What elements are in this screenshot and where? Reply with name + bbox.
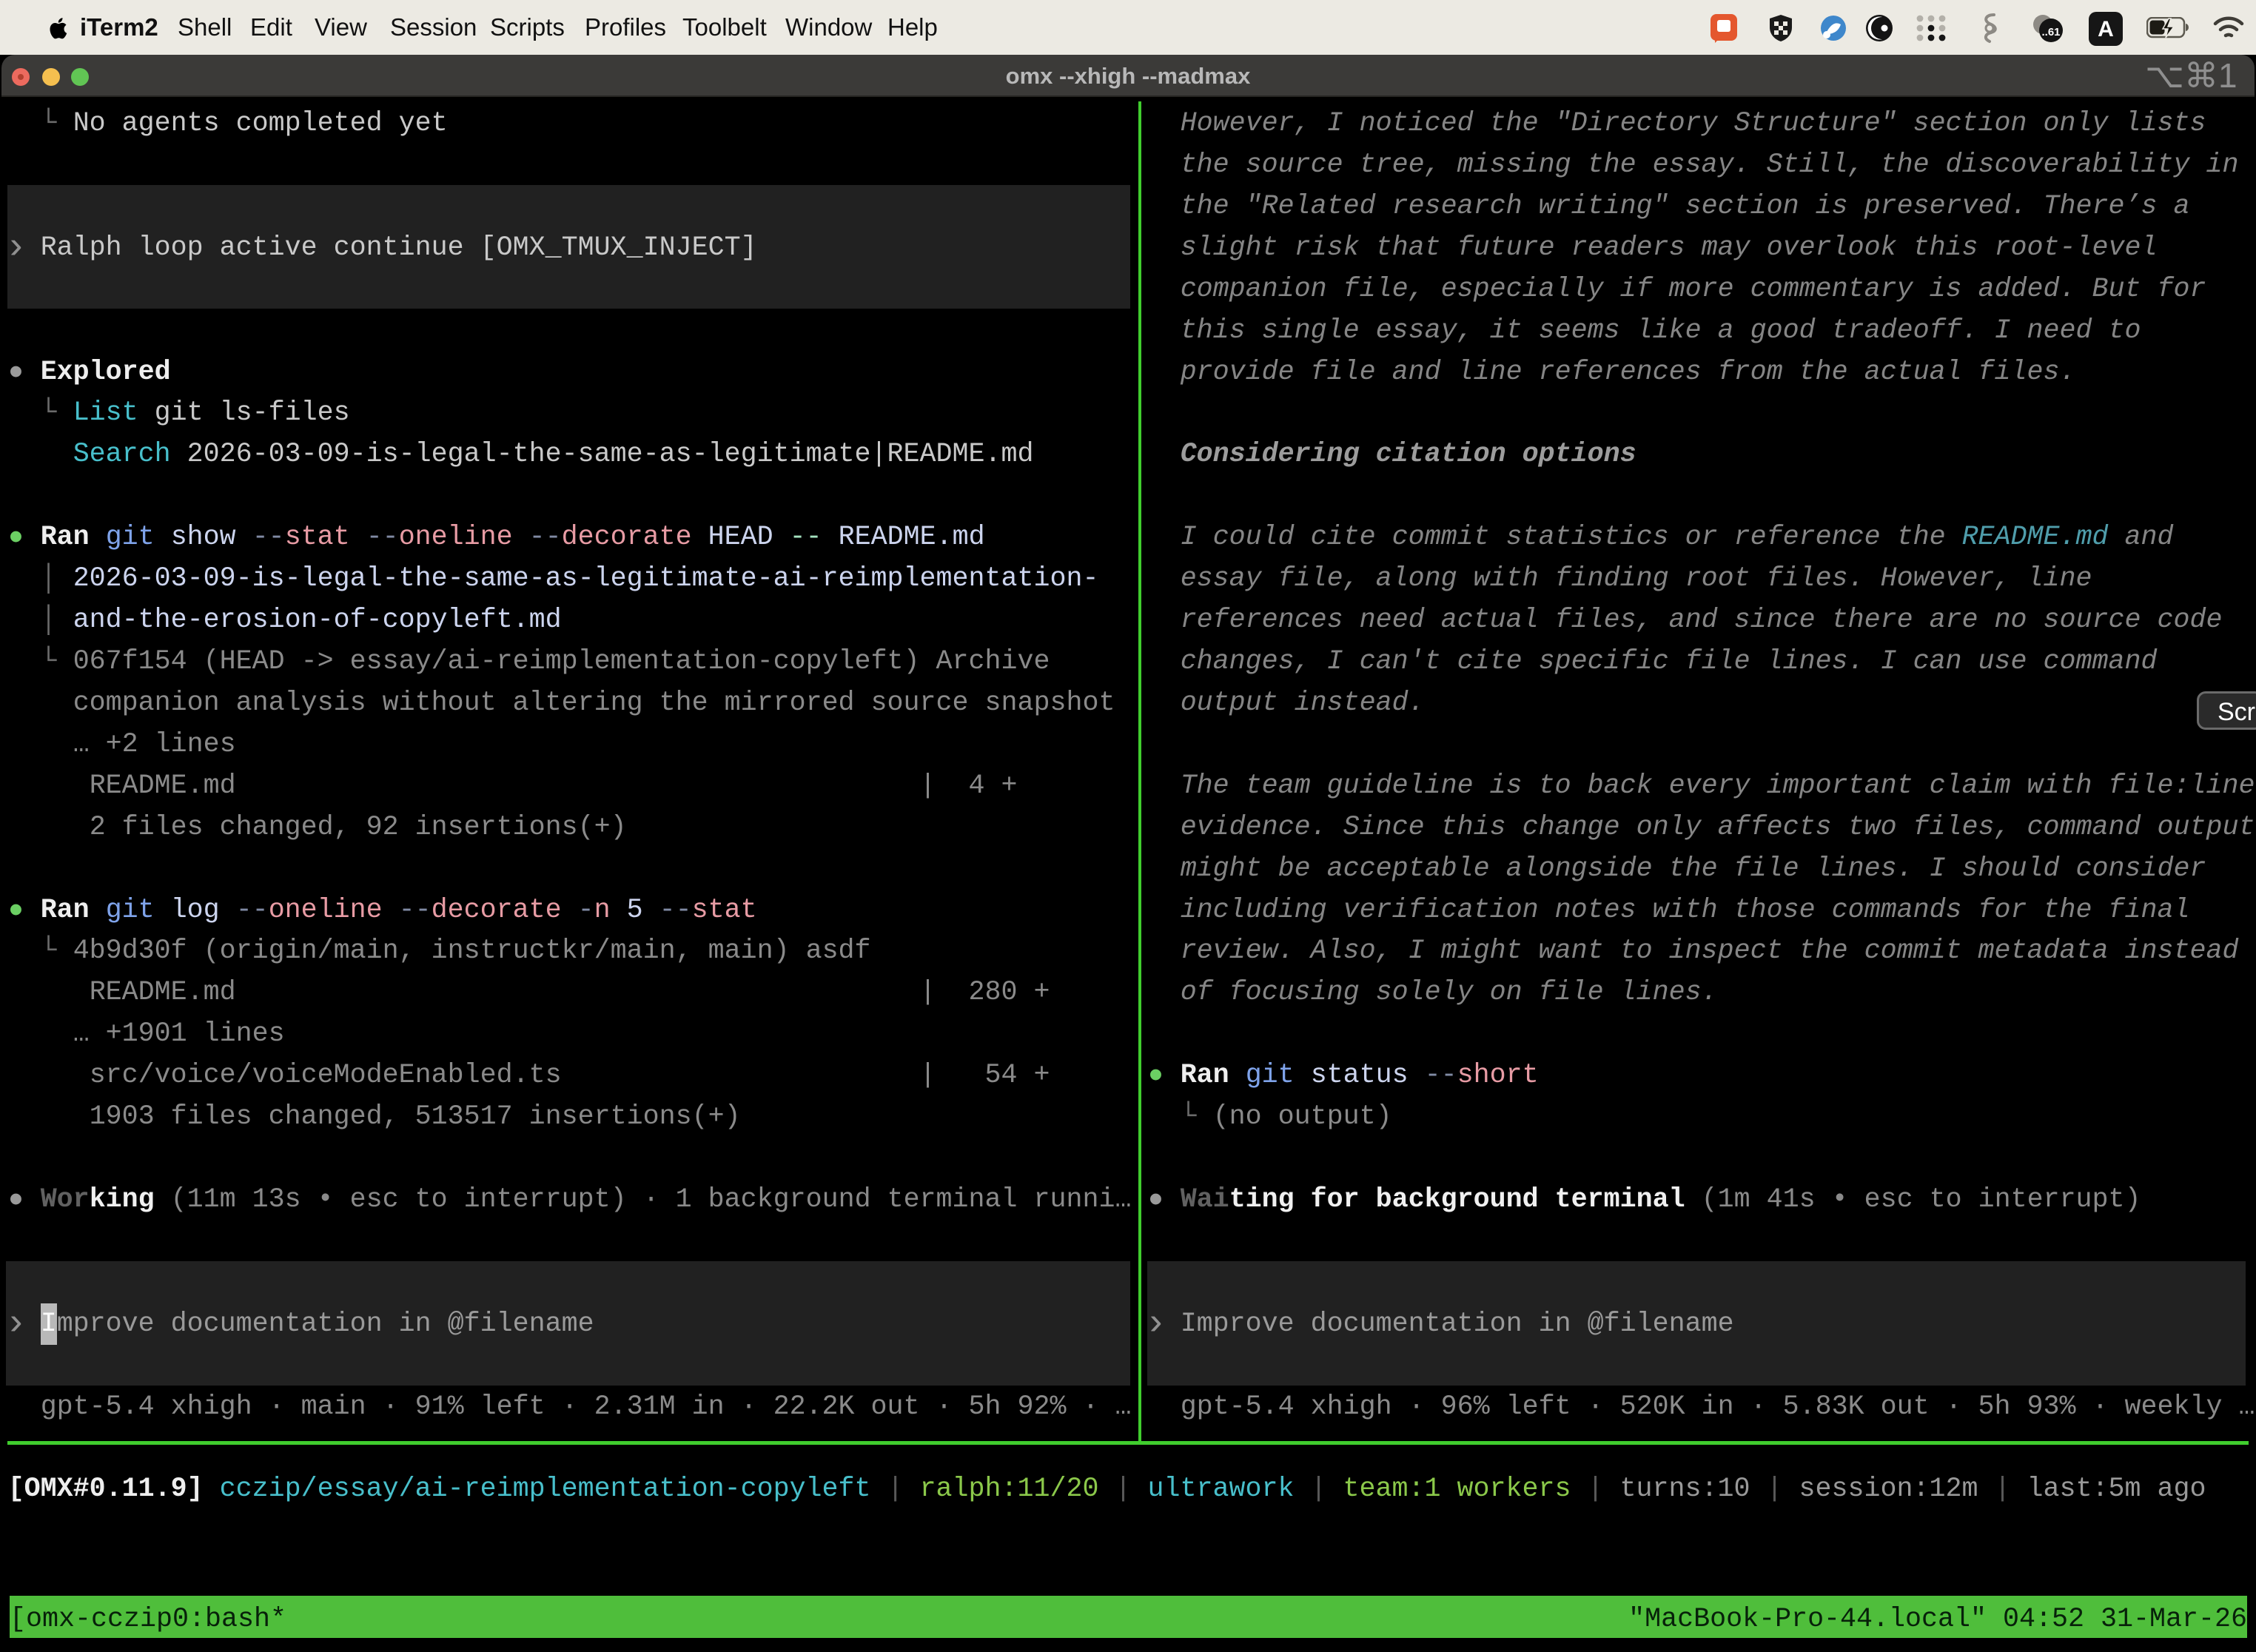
svg-text:..61: ..61 xyxy=(2041,26,2060,38)
